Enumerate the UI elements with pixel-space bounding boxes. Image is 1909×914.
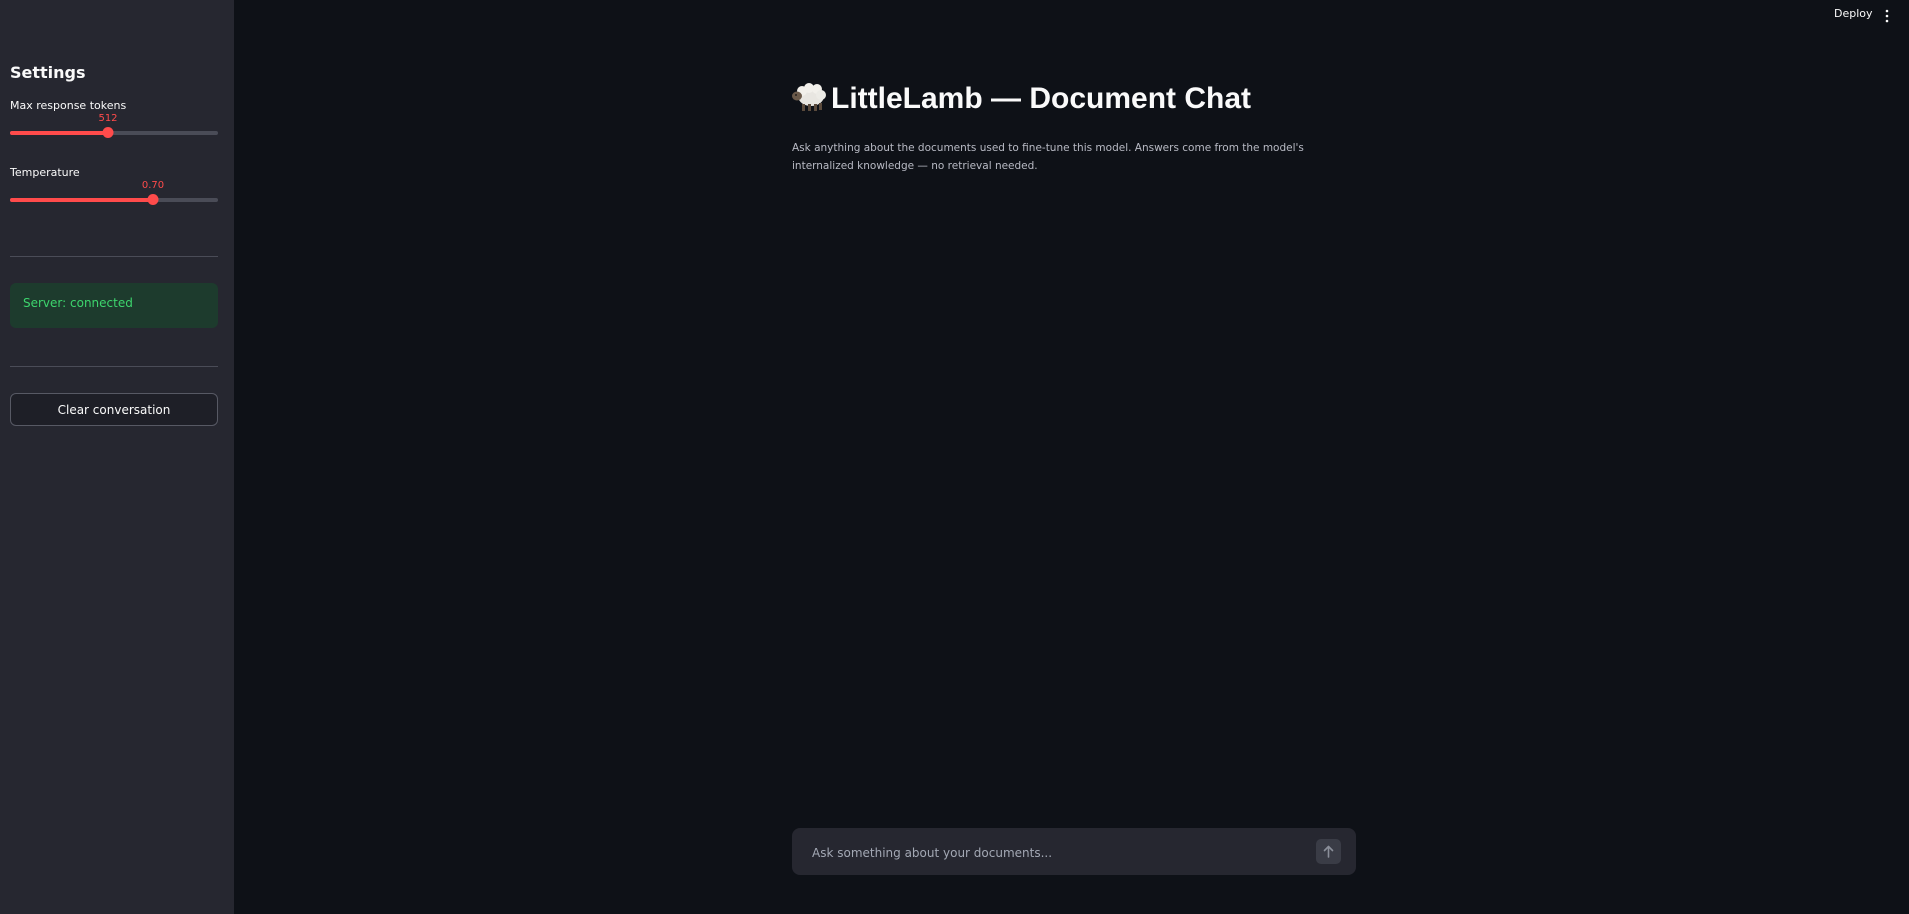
sidebar-divider [10, 256, 218, 257]
clear-conversation-button[interactable]: Clear conversation [10, 393, 218, 426]
temperature-thumb[interactable] [147, 194, 159, 205]
temperature-track[interactable] [10, 194, 218, 205]
max-tokens-track[interactable] [10, 127, 218, 138]
chat-input-container [792, 828, 1356, 877]
deploy-button[interactable]: Deploy [1834, 7, 1873, 20]
temperature-label: Temperature [10, 166, 80, 179]
server-status-alert: Server: connected [10, 283, 218, 328]
sidebar-divider [10, 366, 218, 367]
send-button[interactable] [1316, 839, 1341, 864]
kebab-menu-icon[interactable] [1882, 8, 1892, 23]
page-title-text: LittleLamb — Document Chat [831, 82, 1252, 115]
max-tokens-fill [10, 131, 108, 135]
temperature-slider[interactable]: Temperature 0.70 [10, 166, 218, 205]
sheep-icon [791, 82, 827, 112]
max-tokens-label: Max response tokens [10, 99, 127, 112]
server-status-text: Server: connected [23, 296, 133, 310]
page-subtitle: Ask anything about the documents used to… [792, 142, 1304, 172]
temperature-value: 0.70 [141, 180, 165, 191]
max-tokens-value: 512 [98, 113, 118, 124]
max-tokens-slider[interactable]: Max response tokens 512 [10, 99, 218, 138]
sidebar: Settings Max response tokens 512 Tempera… [0, 0, 234, 914]
sidebar-title: Settings [10, 63, 86, 82]
chat-input[interactable] [810, 828, 1304, 877]
max-tokens-thumb[interactable] [102, 127, 114, 138]
page-title: LittleLamb — Document Chat [791, 82, 1251, 116]
app-root: Settings Max response tokens 512 Tempera… [0, 0, 1909, 914]
arrow-up-icon [1323, 845, 1334, 858]
temperature-fill [10, 198, 153, 202]
